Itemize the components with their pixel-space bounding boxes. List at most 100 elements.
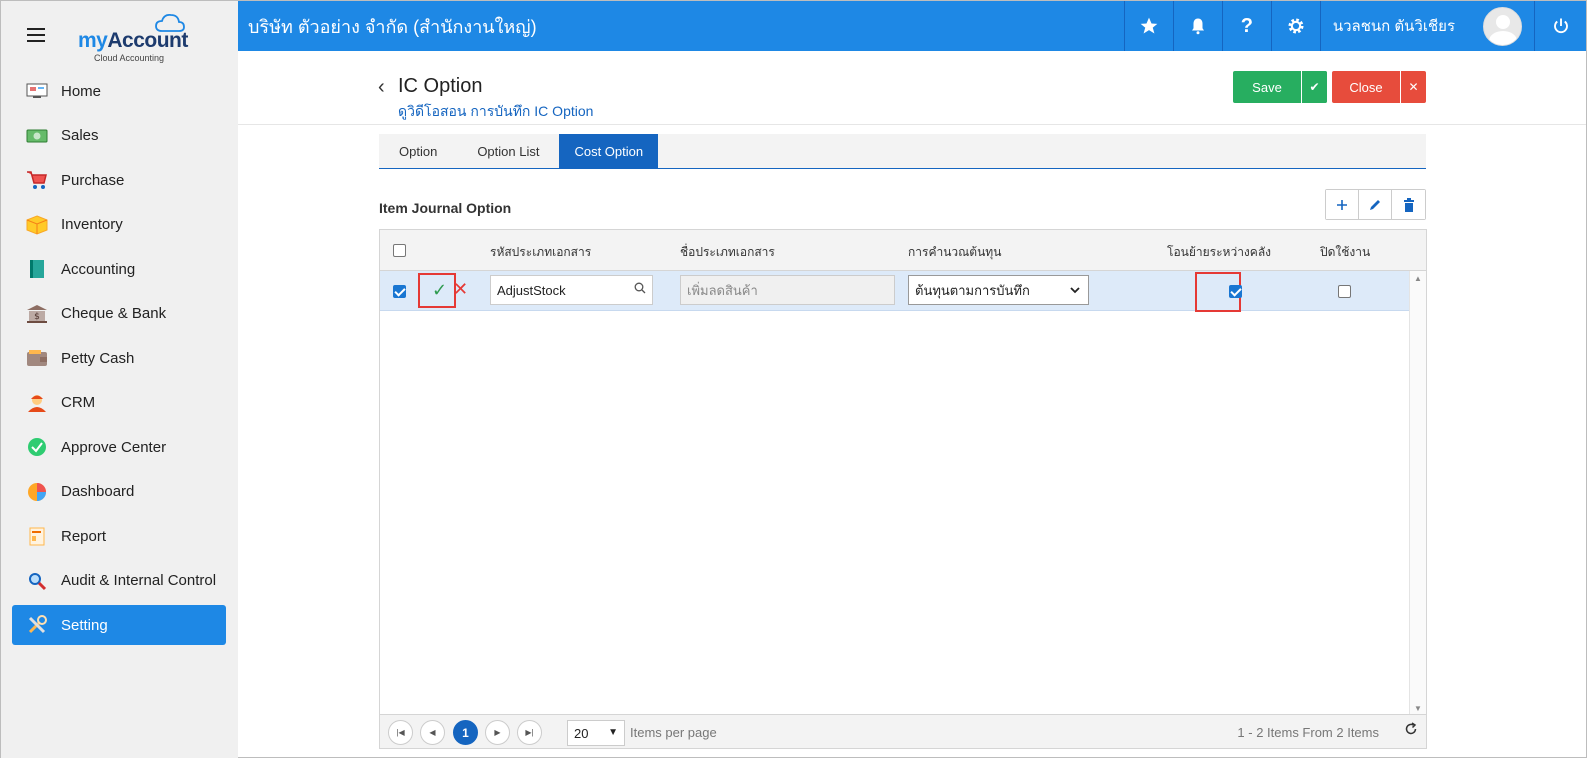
close-button[interactable]: Close: [1332, 71, 1400, 103]
column-header-cost-calc[interactable]: การคำนวณต้นทุน: [908, 243, 1001, 262]
sidebar-item-label: Dashboard: [61, 483, 135, 501]
svg-text:$: $: [34, 312, 40, 322]
magnifier-icon: [25, 570, 49, 592]
disabled-checkbox[interactable]: [1338, 285, 1351, 298]
sidebar-nav: Home Sales Purchase Inventory Accounting…: [1, 69, 238, 645]
prev-page-icon[interactable]: ◀: [420, 720, 445, 745]
bank-icon: $: [25, 303, 49, 325]
row-select-checkbox[interactable]: [393, 285, 406, 298]
scroll-down-icon[interactable]: ▼: [1414, 704, 1422, 713]
sidebar-item-label: Audit & Internal Control: [61, 572, 217, 590]
sidebar-item-label: Approve Center: [61, 438, 167, 456]
tab-bar: Option Option List Cost Option: [379, 134, 1426, 169]
delete-trash-icon[interactable]: [1392, 190, 1425, 219]
doc-name-field: เพิ่มลดสินค้า: [680, 275, 895, 305]
close-x-icon[interactable]: ✕: [1400, 71, 1426, 103]
sidebar-item-setting[interactable]: Setting: [12, 605, 226, 645]
brand-bar: myAccount Cloud Accounting: [1, 1, 238, 69]
hamburger-menu-icon[interactable]: [27, 28, 45, 42]
column-header-doc-name[interactable]: ชื่อประเภทเอกสาร: [680, 243, 775, 262]
sales-icon: [25, 125, 49, 147]
column-header-doc-code[interactable]: รหัสประเภทเอกสาร: [490, 243, 591, 262]
sidebar-item-label: CRM: [61, 394, 96, 412]
sidebar-item-accounting[interactable]: Accounting: [1, 247, 227, 292]
save-button-group: Save ✔: [1233, 71, 1327, 103]
tab-option-list[interactable]: Option List: [457, 134, 559, 168]
help-question-icon[interactable]: ?: [1221, 1, 1271, 51]
power-logout-icon[interactable]: [1534, 1, 1586, 51]
back-chevron-icon[interactable]: ‹: [378, 76, 385, 99]
sidebar-item-sales[interactable]: Sales: [1, 114, 227, 159]
user-name: นวลชนก ตันวิเชียร: [1332, 18, 1455, 35]
tab-cost-option[interactable]: Cost Option: [559, 134, 659, 168]
page-size-value: 20: [574, 725, 589, 741]
check-circle-icon: [25, 436, 49, 458]
close-button-group: Close ✕: [1332, 71, 1426, 103]
box-icon: [25, 214, 49, 236]
sidebar-item-label: Petty Cash: [61, 349, 135, 367]
next-page-icon[interactable]: ▶: [485, 720, 510, 745]
report-icon: [25, 525, 49, 547]
avatar[interactable]: [1483, 6, 1522, 46]
book-icon: [25, 258, 49, 280]
select-all-checkbox[interactable]: [393, 244, 406, 257]
sidebar-item-purchase[interactable]: Purchase: [1, 158, 227, 203]
page-title: IC Option: [398, 75, 483, 97]
sidebar: myAccount Cloud Accounting Home Sales Pu…: [1, 1, 238, 758]
cost-calc-select[interactable]: ต้นทุนตามการบันทึก: [908, 275, 1089, 305]
transfer-checkbox[interactable]: [1228, 285, 1242, 298]
sidebar-item-label: Setting: [61, 616, 108, 634]
page-number[interactable]: 1: [453, 720, 478, 745]
sidebar-item-audit[interactable]: Audit & Internal Control: [1, 559, 227, 604]
chevron-down-icon: ▼: [608, 727, 618, 738]
pie-chart-icon: [25, 481, 49, 503]
pager-summary: 1 - 2 Items From 2 Items: [1237, 725, 1379, 740]
first-page-icon[interactable]: |◀: [388, 720, 413, 745]
vertical-scrollbar[interactable]: ▲ ▼: [1409, 271, 1426, 716]
sidebar-item-report[interactable]: Report: [1, 514, 227, 559]
sidebar-item-approve-center[interactable]: Approve Center: [1, 425, 227, 470]
doc-name-placeholder: เพิ่มลดสินค้า: [687, 282, 758, 298]
company-name: บริษัท ตัวอย่าง จำกัด (สำนักงานใหญ่): [248, 16, 537, 37]
cost-calc-value: ต้นทุนตามการบันทึก: [915, 282, 1030, 298]
table-row: ✓ ✕ AdjustStock เพิ่มลดสินค้า ต้นทุนตามก…: [380, 271, 1410, 312]
scroll-up-icon[interactable]: ▲: [1414, 274, 1422, 283]
tutorial-video-link[interactable]: ดูวิดีโอสอน การบันทึก IC Option: [398, 101, 593, 123]
confirm-check-icon[interactable]: ✓: [432, 280, 447, 301]
edit-pencil-icon[interactable]: [1359, 190, 1392, 219]
column-header-transfer[interactable]: โอนย้ายระหว่างคลัง: [1167, 243, 1271, 262]
refresh-icon[interactable]: [1404, 722, 1418, 739]
save-check-icon[interactable]: ✔: [1301, 71, 1327, 103]
home-icon: [25, 80, 49, 102]
sidebar-item-home[interactable]: Home: [1, 69, 227, 114]
notification-bell-icon[interactable]: [1172, 1, 1222, 51]
settings-gear-icon[interactable]: [1270, 1, 1320, 51]
item-journal-grid: รหัสประเภทเอกสาร ชื่อประเภทเอกสาร การคำน…: [379, 229, 1427, 749]
tools-icon: [25, 614, 49, 636]
cancel-x-icon[interactable]: ✕: [453, 279, 468, 300]
person-icon: [25, 392, 49, 414]
search-icon[interactable]: [634, 282, 646, 294]
cart-icon: [25, 169, 49, 191]
sidebar-item-crm[interactable]: CRM: [1, 381, 227, 426]
sidebar-item-petty-cash[interactable]: Petty Cash: [1, 336, 227, 381]
wallet-icon: [25, 347, 49, 369]
last-page-icon[interactable]: ▶|: [517, 720, 542, 745]
doc-code-input[interactable]: AdjustStock: [490, 275, 653, 305]
add-plus-icon[interactable]: [1326, 190, 1359, 219]
page-header: ‹ IC Option ดูวิดีโอสอน การบันทึก IC Opt…: [238, 51, 1586, 125]
sidebar-item-label: Cheque & Bank: [61, 305, 167, 323]
page-size-select[interactable]: 20 ▼: [567, 720, 625, 746]
sidebar-item-cheque-bank[interactable]: $ Cheque & Bank: [1, 292, 227, 337]
favorite-star-icon[interactable]: [1123, 1, 1173, 51]
sidebar-item-dashboard[interactable]: Dashboard: [1, 470, 227, 515]
chevron-down-icon: [1070, 287, 1080, 294]
logo[interactable]: myAccount Cloud Accounting: [78, 11, 198, 63]
doc-code-value: AdjustStock: [497, 282, 566, 298]
user-menu[interactable]: นวลชนก ตันวิเชียร: [1319, 1, 1534, 51]
save-button[interactable]: Save: [1233, 71, 1301, 103]
logo-subtitle: Cloud Accounting: [94, 53, 165, 63]
tab-option[interactable]: Option: [379, 134, 457, 168]
column-header-disabled[interactable]: ปิดใช้งาน: [1320, 243, 1370, 262]
sidebar-item-inventory[interactable]: Inventory: [1, 203, 227, 248]
